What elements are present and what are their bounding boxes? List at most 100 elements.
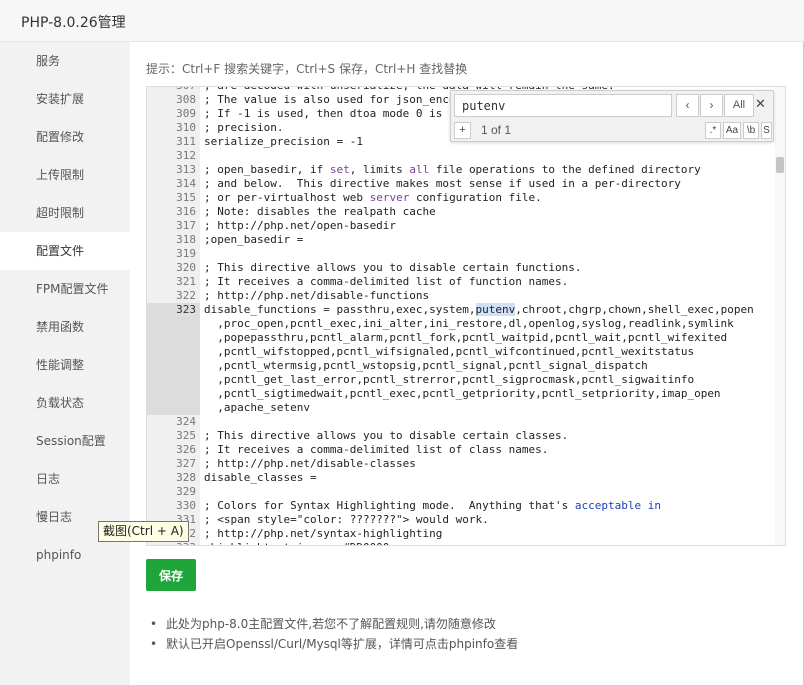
sidebar-item[interactable]: 配置文件 <box>0 232 130 270</box>
toggle-replace-button[interactable]: + <box>454 122 471 139</box>
line-number: 320 <box>176 261 196 274</box>
find-all-button[interactable]: All <box>724 94 754 117</box>
line-number: 308 <box>176 93 196 106</box>
line-code: ; Note: disables the realpath cache <box>204 205 436 218</box>
code-line: 323 disable_functions = passthru,exec,sys… <box>147 303 785 317</box>
scrollbar-thumb[interactable] <box>776 157 784 173</box>
code-line: 327 ; http://php.net/disable-classes <box>147 457 785 471</box>
code-line: ,proc_open,pcntl_exec,ini_alter,ini_rest… <box>147 317 785 331</box>
notes-list: 此处为php-8.0主配置文件,若您不了解配置规则,请勿随意修改 默认已开启Op… <box>150 614 518 654</box>
dialog-titlebar: PHP-8.0.26管理 <box>0 0 804 42</box>
line-code: ;open_basedir = <box>204 233 304 246</box>
line-code: ; It receives a comma-delimited list of … <box>204 275 569 288</box>
line-code: ; http://php.net/syntax-highlighting <box>204 527 443 540</box>
close-icon[interactable]: ✕ <box>755 96 766 112</box>
whole-word-toggle[interactable]: \b <box>743 122 759 139</box>
code-line: 326 ; It receives a comma-delimited list … <box>147 443 785 457</box>
editor-scrollbar[interactable] <box>775 87 785 545</box>
line-code: ; If -1 is used, then dtoa mode 0 is use… <box>204 107 476 120</box>
code-line: ,pcntl_get_last_error,pcntl_strerror,pcn… <box>147 373 785 387</box>
code-editor[interactable]: 307; are decoded with unserialize, the d… <box>146 86 786 546</box>
line-code: ,apache_setenv <box>204 401 310 414</box>
sidebar-item[interactable]: 上传限制 <box>0 156 130 194</box>
search-panel: ‹ › All ✕ + 1 of 1 .* Aa \b S <box>450 90 774 142</box>
note-item: 此处为php-8.0主配置文件,若您不了解配置规则,请勿随意修改 <box>150 614 518 634</box>
line-number: 321 <box>176 275 196 288</box>
line-number: 316 <box>176 205 196 218</box>
code-line: 314 ; and below. This directive makes mos… <box>147 177 785 191</box>
line-code: ; It receives a comma-delimited list of … <box>204 443 549 456</box>
line-code: ; Colors for Syntax Highlighting mode. A… <box>204 499 661 512</box>
line-number: 309 <box>176 107 196 120</box>
sidebar-item[interactable]: 配置修改 <box>0 118 130 156</box>
code-line: 331; <span style="color: ???????"> would… <box>147 513 785 527</box>
line-code: ,pcntl_wtermsig,pcntl_wstopsig,pcntl_sig… <box>204 359 648 372</box>
chevron-right-icon: › <box>709 98 714 112</box>
code-line: 316 ; Note: disables the realpath cache <box>147 205 785 219</box>
sidebar-item[interactable]: Session配置 <box>0 422 130 460</box>
regex-toggle[interactable]: .* <box>705 122 721 139</box>
case-sensitive-toggle[interactable]: Aa <box>723 122 741 139</box>
line-code: serialize_precision = -1 <box>204 135 363 148</box>
note-item: 默认已开启Openssl/Curl/Mysql等扩展，详情可点击phpinfo查… <box>150 634 518 654</box>
code-line: 333;highlight.string = #DD0000 <box>147 541 785 545</box>
line-number: 307 <box>147 87 196 93</box>
sidebar: 服务 安装扩展 配置修改 上传限制 超时限制 配置文件 FPM配置文件 禁用函数 性能调整 负载状… <box>0 42 130 685</box>
line-number: 315 <box>176 191 196 204</box>
in-selection-toggle[interactable]: S <box>761 122 772 139</box>
line-number: 325 <box>176 429 196 442</box>
line-number: 311 <box>176 135 196 148</box>
line-code: ; or per-virtualhost web server configur… <box>204 191 542 204</box>
code-line: 315 ; or per-virtualhost web server confi… <box>147 191 785 205</box>
line-number: 328 <box>176 471 196 484</box>
line-number: 318 <box>176 233 196 246</box>
line-code: ,proc_open,pcntl_exec,ini_alter,ini_rest… <box>204 317 734 330</box>
line-code: ; http://php.net/open-basedir <box>204 219 397 232</box>
code-line: 318 ;open_basedir = <box>147 233 785 247</box>
line-code: ; http://php.net/disable-functions <box>204 289 430 302</box>
line-code: ,pcntl_sigtimedwait,pcntl_exec,pcntl_get… <box>204 387 721 400</box>
line-number: 324 <box>176 415 196 428</box>
line-code: ,popepassthru,pcntl_alarm,pcntl_fork,pcn… <box>204 331 728 344</box>
line-code: ,pcntl_get_last_error,pcntl_strerror,pcn… <box>204 373 695 386</box>
code-lines[interactable]: 307; are decoded with unserialize, the d… <box>147 87 785 545</box>
code-line: ,pcntl_sigtimedwait,pcntl_exec,pcntl_get… <box>147 387 785 401</box>
find-next-button[interactable]: › <box>700 94 723 117</box>
sidebar-item[interactable]: 服务 <box>0 42 130 80</box>
line-number: 327 <box>176 457 196 470</box>
php-manager-dialog: PHP-8.0.26管理 服务 安装扩展 配置修改 上传限制 超时限制 配置文件 FPM配置… <box>0 0 804 685</box>
line-number: 323 <box>147 303 196 317</box>
code-line: 317 ; http://php.net/open-basedir <box>147 219 785 233</box>
code-line: 320 ; This directive allows you to disabl… <box>147 261 785 275</box>
line-number: 314 <box>176 177 196 190</box>
code-line: 322 ; http://php.net/disable-functions <box>147 289 785 303</box>
save-button[interactable]: 保存 <box>146 559 196 591</box>
sidebar-item[interactable]: FPM配置文件 <box>0 270 130 308</box>
sidebar-item[interactable]: 超时限制 <box>0 194 130 232</box>
code-line: 324 <box>147 415 785 429</box>
code-line: ,popepassthru,pcntl_alarm,pcntl_fork,pcn… <box>147 331 785 345</box>
line-code: ;highlight.string = #DD0000 <box>204 541 389 545</box>
line-code: ; The value is also used for json_encode <box>204 93 469 106</box>
main-content: 提示：Ctrl+F 搜索关键字，Ctrl+S 保存，Ctrl+H 查找替换 30… <box>130 42 803 685</box>
line-code: ; This directive allows you to disable c… <box>204 429 569 442</box>
search-input[interactable] <box>454 94 672 117</box>
sidebar-item[interactable]: 性能调整 <box>0 346 130 384</box>
code-line: ,pcntl_wtermsig,pcntl_wstopsig,pcntl_sig… <box>147 359 785 373</box>
sidebar-item[interactable]: 日志 <box>0 460 130 498</box>
find-previous-button[interactable]: ‹ <box>676 94 699 117</box>
sidebar-item[interactable]: 负载状态 <box>0 384 130 422</box>
line-code: ; precision. <box>204 121 284 134</box>
code-line: 332; http://php.net/syntax-highlighting <box>147 527 785 541</box>
sidebar-item[interactable]: 禁用函数 <box>0 308 130 346</box>
sidebar-item[interactable]: 安装扩展 <box>0 80 130 118</box>
line-number: 322 <box>176 289 196 302</box>
chevron-left-icon: ‹ <box>685 98 690 112</box>
code-line: 321 ; It receives a comma-delimited list … <box>147 275 785 289</box>
line-code: ; <span style="color: ???????"> would wo… <box>204 513 489 526</box>
shortcut-tip: 提示：Ctrl+F 搜索关键字，Ctrl+S 保存，Ctrl+H 查找替换 <box>146 62 468 76</box>
line-code: disable_functions = passthru,exec,system… <box>204 303 754 316</box>
code-line: 330 ; Colors for Syntax Highlighting mode… <box>147 499 785 513</box>
line-number: 310 <box>176 121 196 134</box>
code-line: 328 disable_classes = <box>147 471 785 485</box>
